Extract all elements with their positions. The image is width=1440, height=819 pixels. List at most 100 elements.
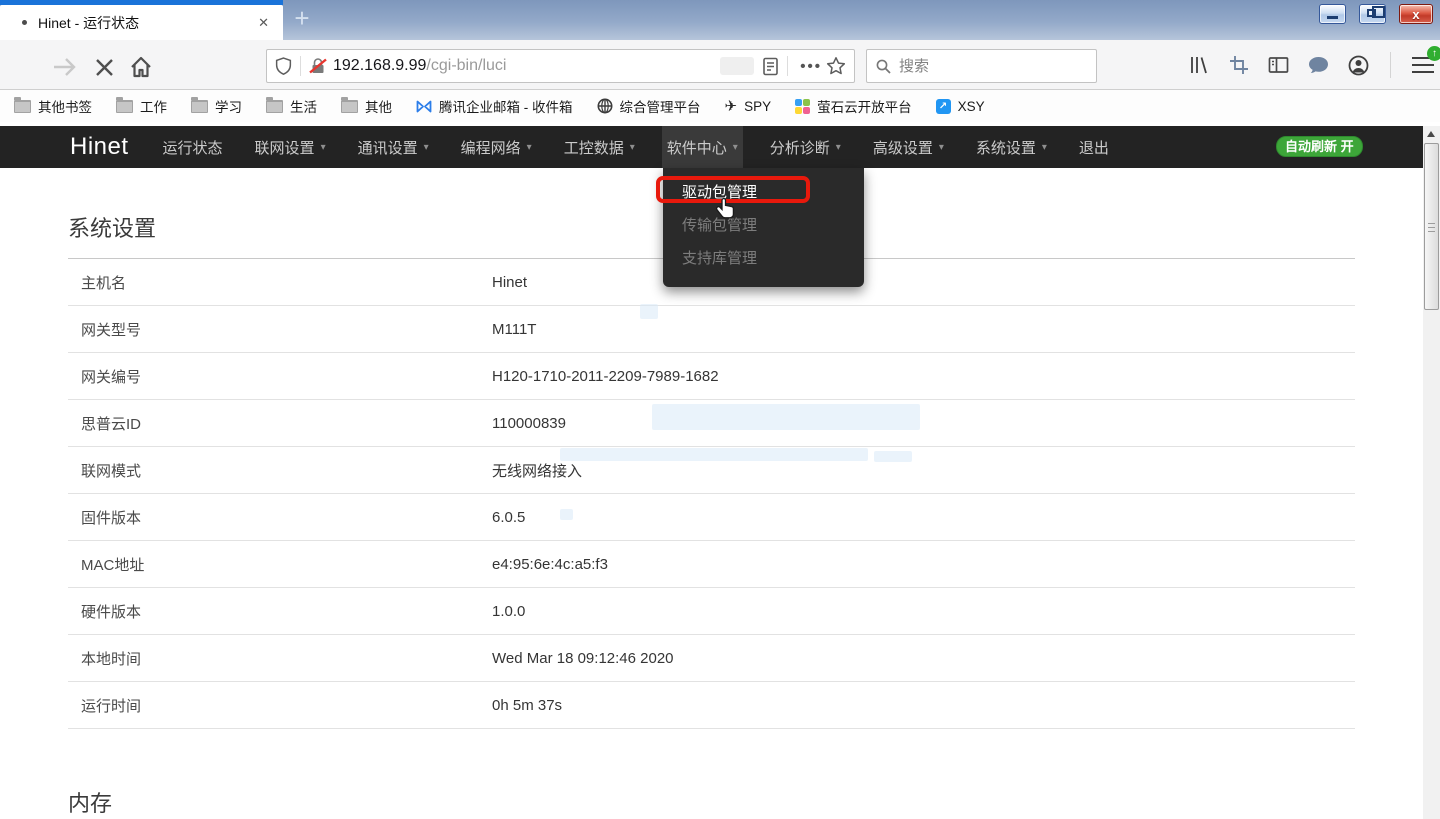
urlbar-divider (300, 56, 301, 76)
window-controls: x (1319, 4, 1433, 24)
nav-item-industrial-data[interactable]: 工控数据▾ (559, 126, 640, 168)
render-artifact (652, 404, 920, 430)
section-title-memory: 内存 (68, 789, 1355, 819)
table-row: 本地时间Wed Mar 18 09:12:46 2020 (68, 635, 1355, 682)
chevron-down-icon: ▾ (527, 142, 532, 153)
menu-item-transfer-package-mgmt[interactable]: 传输包管理 (663, 209, 864, 242)
browser-tab[interactable]: Hinet - 运行状态 ✕ (0, 5, 283, 40)
bookmark-ezviz[interactable]: 萤石云开放平台 (795, 96, 912, 116)
scrollbar-up-arrow[interactable] (1423, 126, 1440, 142)
site-logo: Hinet (70, 133, 129, 161)
chevron-down-icon: ▾ (630, 142, 635, 153)
urlbar-hint-blob (720, 57, 754, 75)
nav-item-software-center[interactable]: 软件中心▾ (662, 126, 743, 168)
sidebars-icon[interactable] (1268, 56, 1289, 74)
render-artifact (874, 451, 912, 462)
bookmark-star-icon[interactable] (826, 56, 846, 76)
account-icon[interactable] (1348, 55, 1369, 76)
screenshot-crop-icon[interactable] (1229, 55, 1249, 75)
bookmark-tencent-exmail[interactable]: 腾讯企业邮箱 - 收件箱 (416, 96, 573, 116)
page-actions-icon[interactable]: ••• (800, 58, 822, 75)
url-bar[interactable]: 192.168.9.99/cgi-bin/luci ••• (266, 49, 855, 83)
folder-icon (116, 100, 133, 113)
search-box[interactable] (866, 49, 1097, 83)
ezviz-dots-icon (795, 99, 810, 114)
menu-item-support-library-mgmt[interactable]: 支持库管理 (663, 242, 864, 275)
chevron-down-icon: ▾ (733, 142, 738, 153)
table-row: 固件版本6.0.5 (68, 494, 1355, 541)
page-scrollbar[interactable] (1423, 126, 1440, 819)
home-button[interactable] (128, 54, 154, 85)
reader-view-icon[interactable] (762, 57, 779, 76)
bookmark-folder-study[interactable]: 学习 (191, 96, 242, 116)
library-icon[interactable] (1188, 55, 1210, 75)
tracking-protection-shield-icon[interactable] (275, 57, 292, 76)
tab-title: Hinet - 运行状态 (38, 13, 258, 33)
scrollbar-thumb[interactable] (1424, 143, 1439, 310)
update-badge-icon: ↑ (1427, 46, 1440, 61)
menu-button[interactable]: ↑ (1412, 55, 1436, 75)
forward-button[interactable] (52, 56, 78, 83)
chevron-down-icon: ▾ (321, 142, 326, 153)
toolbar-separator (1390, 52, 1391, 78)
insecure-lock-icon[interactable] (309, 57, 327, 75)
chevron-down-icon: ▾ (836, 142, 841, 153)
bookmark-spy[interactable]: ✈ SPY (725, 97, 772, 115)
folder-icon (266, 100, 283, 113)
tencent-exmail-icon (416, 99, 432, 114)
bookmark-mgmt-platform[interactable]: 综合管理平台 (597, 96, 701, 116)
system-info-table: 主机名Hinet 网关型号M111T 网关编号H120-1710-2011-22… (68, 259, 1355, 729)
feedback-bubble-icon[interactable] (1308, 56, 1329, 75)
bookmark-folder-misc[interactable]: 其他 (341, 96, 392, 116)
screen: Hinet - 运行状态 ✕ + x 192.168.9.99/cgi-bin/… (0, 0, 1440, 819)
tab-bar: Hinet - 运行状态 ✕ + x (0, 0, 1440, 40)
minimize-icon (1327, 16, 1338, 19)
table-row: MAC地址e4:95:6e:4c:a5:f3 (68, 541, 1355, 588)
table-row: 运行时间0h 5m 37s (68, 682, 1355, 729)
mouse-cursor-icon (714, 197, 738, 228)
search-icon (875, 58, 892, 75)
render-artifact (560, 509, 573, 520)
site-navbar: Hinet 运行状态 联网设置▾ 通讯设置▾ 编程网络▾ 工控数据▾ 软件中心▾… (0, 126, 1423, 168)
home-icon (128, 54, 154, 80)
nav-item-logout[interactable]: 退出 (1074, 126, 1114, 168)
search-input[interactable] (899, 58, 1069, 75)
new-tab-button[interactable]: + (286, 2, 318, 36)
tab-favicon-dot (22, 20, 27, 25)
table-row: 网关型号M111T (68, 306, 1355, 353)
minimize-button[interactable] (1319, 4, 1346, 24)
render-artifact (640, 304, 658, 319)
folder-icon (14, 100, 31, 113)
render-artifact (560, 448, 868, 461)
nav-item-comm-settings[interactable]: 通讯设置▾ (353, 126, 434, 168)
stop-x-icon (94, 57, 115, 78)
bookmark-folder-other-bookmarks[interactable]: 其他书签 (14, 96, 92, 116)
bookmarks-bar: 其他书签 工作 学习 生活 其他 腾讯企业邮箱 - 收件箱 综合管理平台 ✈ S… (0, 90, 1440, 122)
urlbar-divider (787, 56, 788, 76)
xsy-arrow-icon: ↗ (936, 99, 951, 114)
folder-icon (341, 100, 358, 113)
chevron-down-icon: ▾ (939, 142, 944, 153)
bookmark-folder-life[interactable]: 生活 (266, 96, 317, 116)
nav-item-programming-network[interactable]: 编程网络▾ (456, 126, 537, 168)
nav-item-advanced-settings[interactable]: 高级设置▾ (868, 126, 949, 168)
bookmark-folder-work[interactable]: 工作 (116, 96, 167, 116)
nav-item-system-settings[interactable]: 系统设置▾ (971, 126, 1052, 168)
tab-close-icon[interactable]: ✕ (258, 15, 269, 31)
restore-button[interactable] (1359, 4, 1386, 24)
stop-button[interactable] (94, 57, 115, 83)
nav-item-analysis-diagnosis[interactable]: 分析诊断▾ (765, 126, 846, 168)
auto-refresh-toggle[interactable]: 自动刷新 开 (1276, 136, 1363, 157)
nav-item-network-settings[interactable]: 联网设置▾ (250, 126, 331, 168)
table-row: 网关编号H120-1710-2011-2209-7989-1682 (68, 353, 1355, 400)
chevron-down-icon: ▾ (1042, 142, 1047, 153)
restore-icon (1367, 9, 1376, 17)
url-host: 192.168.9.99 (333, 57, 426, 75)
plane-icon: ✈ (725, 97, 738, 115)
nav-item-running-status[interactable]: 运行状态 (158, 126, 228, 168)
close-button[interactable]: x (1399, 4, 1433, 24)
url-path: /cgi-bin/luci (426, 57, 506, 75)
bookmark-xsy[interactable]: ↗ XSY (936, 99, 985, 114)
chevron-down-icon: ▾ (424, 142, 429, 153)
toolbar-right-icons: ↑ (1188, 40, 1436, 90)
